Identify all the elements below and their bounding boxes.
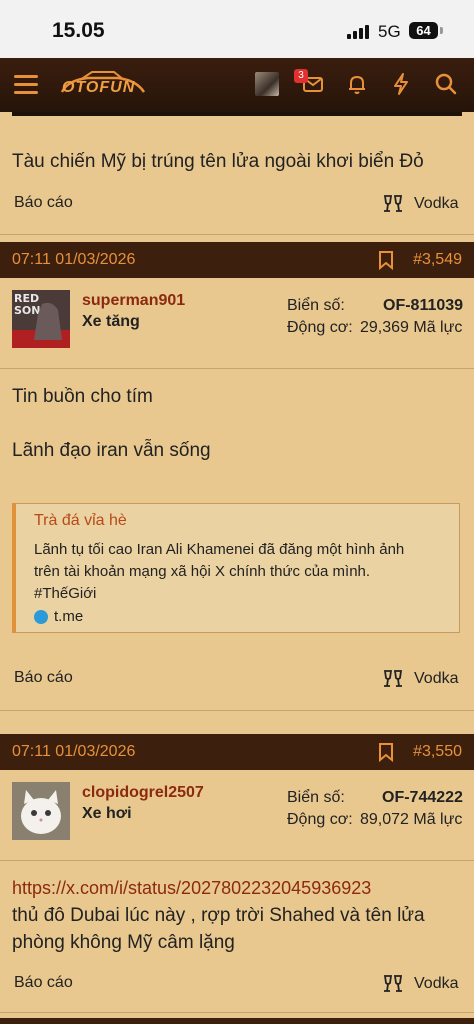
quote-source[interactable]: Trà đá vỉa hè [34,512,127,530]
mail-badge: 3 [294,69,308,83]
report-button[interactable]: Báo cáo [14,974,73,992]
lightning-icon[interactable] [390,72,412,96]
quote-body: Lãnh tụ tối cao Iran Ali Khamenei đã đăn… [34,539,454,605]
menu-icon[interactable] [14,75,38,95]
user-rank: Xe tăng [82,313,140,330]
username[interactable]: clopidogrel2507 [82,784,204,802]
next-post-header [0,1018,474,1024]
report-button[interactable]: Báo cáo [14,194,73,212]
battery-icon: 64 [409,22,438,39]
post-header: 07:11 01/03/2026 #3,549 [0,242,474,278]
quote-link[interactable]: t.me [54,608,83,625]
post-body-line: thủ đô Dubai lúc này , rợp trời Shahed v… [12,905,425,926]
quote-line: trên tài khoản mạng xã hội X chính thức … [34,563,371,580]
engine-value: 89,072 Mã lực [360,811,463,828]
username[interactable]: superman901 [82,292,185,310]
post-datetime[interactable]: 07:11 01/03/2026 [12,743,135,761]
status-time: 15.05 [52,19,105,42]
post-datetime[interactable]: 07:11 01/03/2026 [12,251,135,269]
plate-value: OF-744222 [382,789,463,806]
post-body-line: phòng không Mỹ câm lặng [12,932,235,953]
post-divider [0,1012,474,1013]
telegram-icon [34,610,48,624]
user-rank: Xe hơi [82,805,132,822]
user-avatar[interactable] [12,782,70,840]
engine-label: Động cơ: [287,319,353,336]
logo-text[interactable]: OTOFUN [62,79,135,97]
post-number[interactable]: #3,550 [413,743,462,761]
image-bottom-edge [12,112,462,116]
liked-by-user[interactable]: Vodka [414,670,458,688]
liked-by-user[interactable]: Vodka [414,975,458,993]
post-divider [0,860,474,861]
cheers-icon[interactable] [382,669,404,689]
post-divider [0,234,474,235]
user-avatar[interactable]: RED SON [12,290,70,348]
bell-icon[interactable] [346,73,368,95]
svg-text:SON: SON [14,304,40,317]
post-divider [0,368,474,369]
cheers-icon[interactable] [382,974,404,994]
post-body-text: Tàu chiến Mỹ bị trúng tên lửa ngoài khơi… [12,151,424,172]
engine-label: Động cơ: [287,811,353,828]
search-icon[interactable] [434,72,458,96]
plate-label: Biển số: [287,789,345,806]
plate-label: Biển số: [287,297,345,314]
post-header: 07:11 01/03/2026 #3,550 [0,734,474,770]
signal-icon [347,25,371,39]
cheers-icon[interactable] [382,194,404,214]
battery-tip [440,27,443,34]
bookmark-icon[interactable] [378,742,394,762]
quote-block: Trà đá vỉa hè Lãnh tụ tối cao Iran Ali K… [12,503,460,633]
bookmark-icon[interactable] [378,250,394,270]
post-body-line: Tin buồn cho tím [12,386,153,407]
liked-by-user[interactable]: Vodka [414,195,458,213]
engine-value: 29,369 Mã lực [360,319,463,336]
report-button[interactable]: Báo cáo [14,669,73,687]
post-divider [0,710,474,711]
post-body-line: Lãnh đạo iran vẫn sống [12,440,211,461]
status-bar: 15.05 5G 64 [0,0,474,58]
post-url-link[interactable]: https://x.com/i/status/20278022320459369… [12,878,371,899]
plate-value: OF-811039 [383,297,464,314]
quote-line: Lãnh tụ tối cao Iran Ali Khamenei đã đăn… [34,541,405,558]
top-navbar: OTOFUN 3 [0,58,474,112]
quote-hashtag[interactable]: #ThếGiới [34,583,454,605]
user-avatar[interactable] [255,72,279,96]
network-type: 5G [378,22,401,41]
post-number[interactable]: #3,549 [413,251,462,269]
